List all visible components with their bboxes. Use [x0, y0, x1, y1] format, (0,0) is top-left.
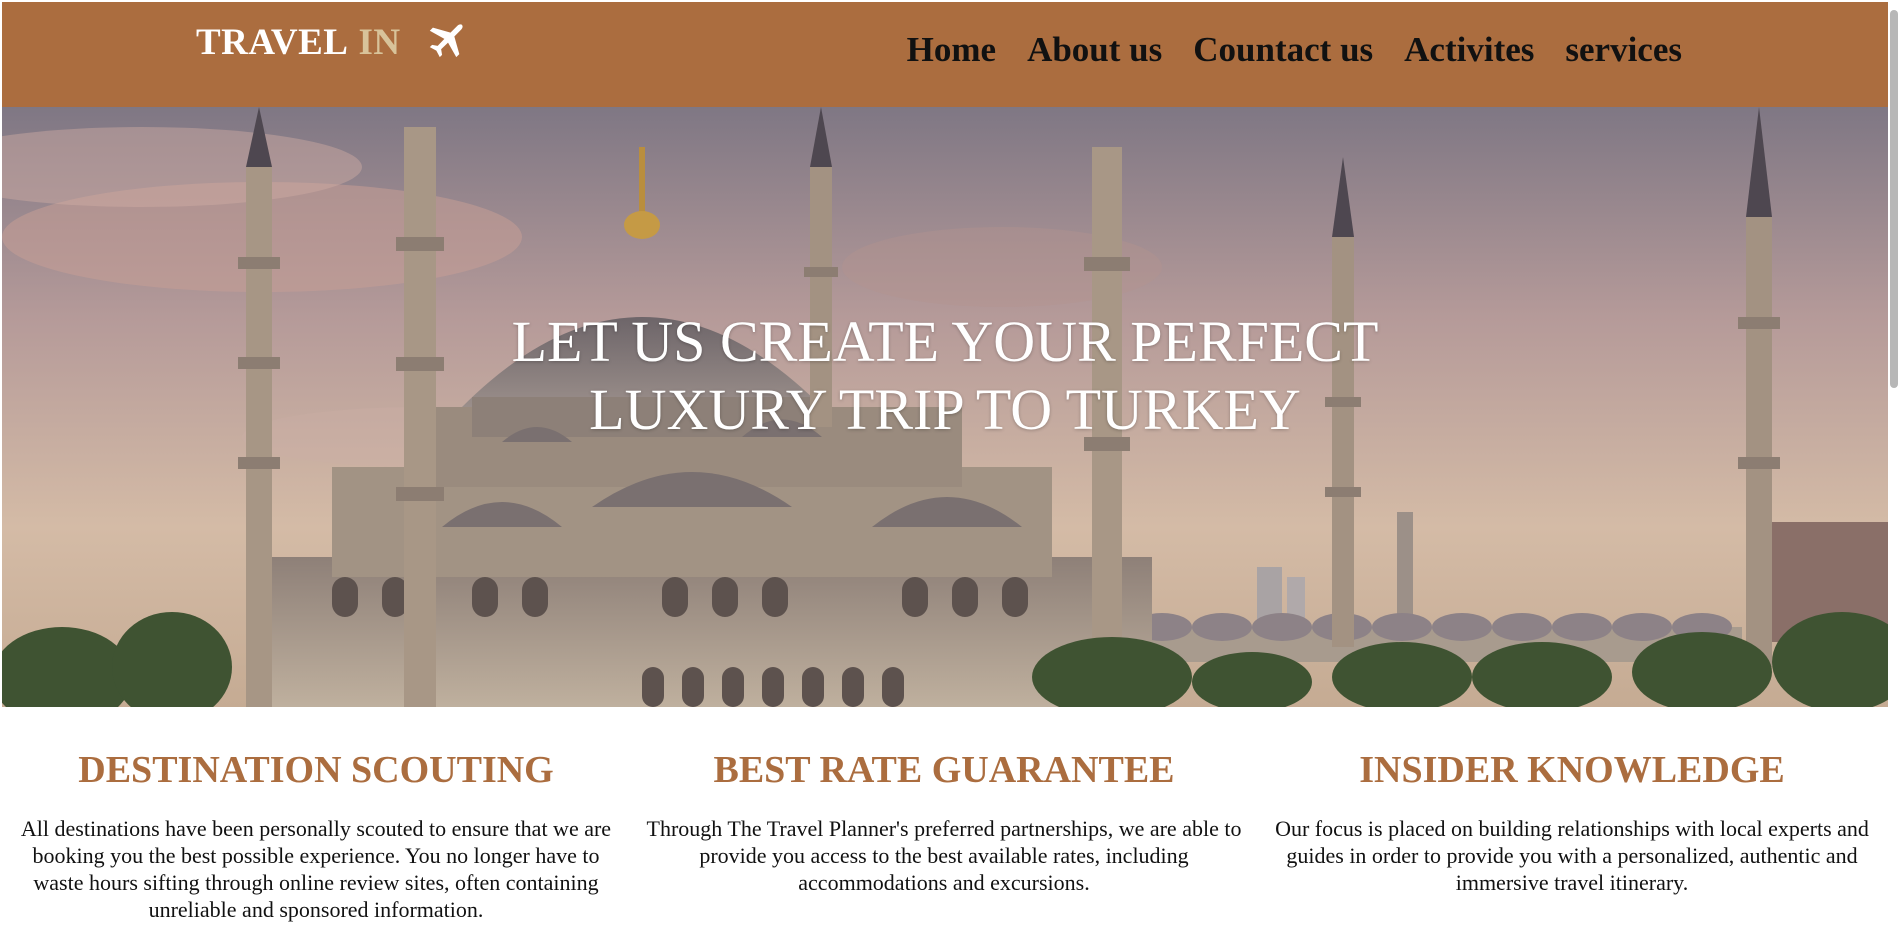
hero-title: LET US CREATE YOUR PERFECT LUXURY TRIP T… [2, 308, 1888, 444]
page: TRAVEL IN Home About us Countact us Acti… [2, 2, 1888, 945]
logo-word-travel: TRAVEL [196, 21, 349, 63]
feature-destination-scouting: DESTINATION SCOUTING All destinations ha… [2, 707, 630, 945]
scrollbar-thumb[interactable] [1890, 10, 1898, 388]
feature-text: Our focus is placed on building relation… [1275, 816, 1869, 895]
vertical-scrollbar[interactable] [1888, 0, 1900, 945]
logo-word-in: IN [358, 21, 401, 63]
main-nav: Home About us Countact us Activites serv… [876, 27, 1682, 73]
nav-home[interactable]: Home [907, 27, 996, 73]
feature-text: All destinations have been personally sc… [20, 816, 612, 922]
hero-title-line-1: LET US CREATE YOUR PERFECT [511, 308, 1379, 374]
site-logo[interactable]: TRAVEL IN [196, 20, 467, 64]
nav-contact-us[interactable]: Countact us [1193, 27, 1373, 73]
feature-title: DESTINATION SCOUTING [78, 749, 554, 791]
feature-title: BEST RATE GUARANTEE [713, 749, 1175, 791]
navbar: TRAVEL IN Home About us Countact us Acti… [2, 2, 1888, 107]
feature-text: Through The Travel Planner's preferred p… [646, 816, 1242, 895]
feature-insider-knowledge: INSIDER KNOWLEDGE Our focus is placed on… [1258, 707, 1886, 945]
nav-about-us[interactable]: About us [1027, 27, 1162, 73]
airplane-icon [429, 24, 463, 58]
nav-activities[interactable]: Activites [1404, 27, 1534, 73]
nav-services[interactable]: services [1565, 27, 1682, 73]
hero-title-line-2: LUXURY TRIP TO TURKEY [589, 376, 1301, 442]
hero-banner: LET US CREATE YOUR PERFECT LUXURY TRIP T… [2, 107, 1888, 707]
feature-title: INSIDER KNOWLEDGE [1359, 749, 1785, 791]
features-section: DESTINATION SCOUTING All destinations ha… [2, 707, 1888, 945]
feature-best-rate-guarantee: BEST RATE GUARANTEE Through The Travel P… [630, 707, 1258, 945]
